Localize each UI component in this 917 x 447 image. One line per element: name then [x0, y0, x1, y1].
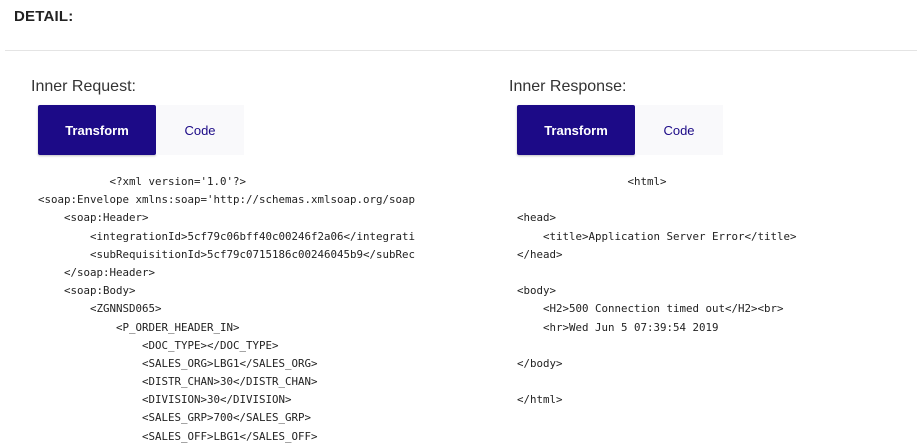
code-line: </head> — [517, 247, 563, 261]
inner-request-panel: Inner Request: Transform Code <?xml vers… — [0, 0, 480, 447]
code-line: <DIVISION>30</DIVISION> — [38, 393, 292, 407]
inner-response-code: <html> <head> <title>Application Server E… — [517, 173, 797, 409]
code-line: <DOC_TYPE></DOC_TYPE> — [38, 338, 279, 352]
inner-request-title: Inner Request: — [31, 78, 136, 95]
inner-response-tab-bar: Transform Code — [517, 105, 723, 155]
code-line: <?xml version='1.0'?> — [38, 175, 247, 188]
code-line: <hr>Wed Jun 5 07:39:54 2019 — [517, 320, 719, 334]
code-line: <soap:Header> — [38, 211, 149, 225]
inner-response-title: Inner Response: — [509, 78, 627, 95]
code-line: </html> — [517, 393, 563, 407]
code-line: <DISTR_CHAN>30</DISTR_CHAN> — [38, 375, 318, 389]
code-line: <H2>500 Connection timed out</H2><br> — [517, 302, 784, 316]
code-line: </body> — [517, 356, 563, 370]
code-line: <soap:Envelope xmlns:soap='http://schema… — [38, 193, 416, 207]
code-line: <SALES_OFF>LBG1</SALES_OFF> — [38, 429, 318, 443]
code-line: <html> — [517, 175, 667, 188]
code-line: </soap:Header> — [38, 265, 156, 279]
inner-request-transform-tab[interactable]: Transform — [38, 105, 156, 155]
code-line: <ZGNNSD065> — [38, 302, 162, 316]
code-line: <P_ORDER_HEADER_IN> — [38, 320, 240, 334]
inner-response-code-tab[interactable]: Code — [635, 105, 723, 155]
code-line: <soap:Body> — [38, 284, 136, 298]
inner-request-code: <?xml version='1.0'?> <soap:Envelope xmln… — [38, 173, 415, 446]
code-line: <head> — [517, 211, 557, 225]
code-line: <body> — [517, 284, 557, 298]
code-line: <subRequisitionId>5cf79c0715186c00246045… — [38, 247, 416, 261]
code-line: <SALES_GRP>700</SALES_GRP> — [38, 411, 312, 425]
code-line: <title>Application Server Error</title> — [517, 229, 797, 243]
inner-request-tab-bar: Transform Code — [38, 105, 244, 155]
inner-response-panel: Inner Response: Transform Code <html> <he… — [480, 0, 917, 447]
code-line: <integrationId>5cf79c06bff40c00246f2a06<… — [38, 229, 416, 243]
inner-response-transform-tab[interactable]: Transform — [517, 105, 635, 155]
inner-request-code-tab[interactable]: Code — [156, 105, 244, 155]
code-line: <SALES_ORG>LBG1</SALES_ORG> — [38, 356, 318, 370]
